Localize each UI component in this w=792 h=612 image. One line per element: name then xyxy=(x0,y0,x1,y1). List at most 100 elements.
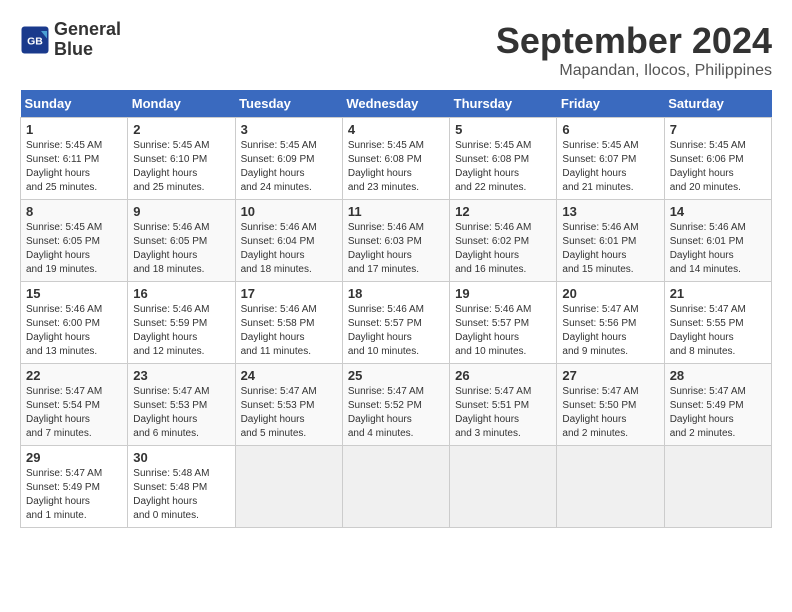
weekday-header: Sunday xyxy=(21,90,128,118)
day-info: Sunrise: 5:46 AMSunset: 5:57 PMDaylight … xyxy=(455,303,551,359)
day-info: Sunrise: 5:45 AMSunset: 6:09 PMDaylight … xyxy=(241,139,337,195)
day-number: 17 xyxy=(241,286,337,301)
day-number: 14 xyxy=(670,204,766,219)
calendar-cell: 3 Sunrise: 5:45 AMSunset: 6:09 PMDayligh… xyxy=(235,118,342,200)
day-info: Sunrise: 5:46 AMSunset: 6:04 PMDaylight … xyxy=(241,221,337,277)
calendar-cell: 25 Sunrise: 5:47 AMSunset: 5:52 PMDaylig… xyxy=(342,364,449,446)
day-info: Sunrise: 5:47 AMSunset: 5:50 PMDaylight … xyxy=(562,385,658,441)
calendar-cell: 17 Sunrise: 5:46 AMSunset: 5:58 PMDaylig… xyxy=(235,282,342,364)
calendar-cell: 20 Sunrise: 5:47 AMSunset: 5:56 PMDaylig… xyxy=(557,282,664,364)
day-info: Sunrise: 5:46 AMSunset: 5:59 PMDaylight … xyxy=(133,303,229,359)
day-info: Sunrise: 5:47 AMSunset: 5:53 PMDaylight … xyxy=(241,385,337,441)
logo-icon: GB xyxy=(20,25,50,55)
day-info: Sunrise: 5:46 AMSunset: 5:58 PMDaylight … xyxy=(241,303,337,359)
calendar-cell xyxy=(557,446,664,528)
day-number: 23 xyxy=(133,368,229,383)
day-info: Sunrise: 5:47 AMSunset: 5:54 PMDaylight … xyxy=(26,385,122,441)
calendar-cell xyxy=(664,446,771,528)
day-number: 5 xyxy=(455,122,551,137)
day-info: Sunrise: 5:47 AMSunset: 5:52 PMDaylight … xyxy=(348,385,444,441)
calendar-cell: 24 Sunrise: 5:47 AMSunset: 5:53 PMDaylig… xyxy=(235,364,342,446)
calendar-week-row: 29 Sunrise: 5:47 AMSunset: 5:49 PMDaylig… xyxy=(21,446,772,528)
calendar-cell xyxy=(450,446,557,528)
calendar-week-row: 15 Sunrise: 5:46 AMSunset: 6:00 PMDaylig… xyxy=(21,282,772,364)
calendar-cell: 12 Sunrise: 5:46 AMSunset: 6:02 PMDaylig… xyxy=(450,200,557,282)
day-number: 24 xyxy=(241,368,337,383)
day-info: Sunrise: 5:46 AMSunset: 6:01 PMDaylight … xyxy=(670,221,766,277)
calendar-cell: 9 Sunrise: 5:46 AMSunset: 6:05 PMDayligh… xyxy=(128,200,235,282)
weekday-header-row: SundayMondayTuesdayWednesdayThursdayFrid… xyxy=(21,90,772,118)
day-number: 1 xyxy=(26,122,122,137)
day-number: 6 xyxy=(562,122,658,137)
calendar-cell: 6 Sunrise: 5:45 AMSunset: 6:07 PMDayligh… xyxy=(557,118,664,200)
calendar-week-row: 1 Sunrise: 5:45 AMSunset: 6:11 PMDayligh… xyxy=(21,118,772,200)
calendar-cell: 2 Sunrise: 5:45 AMSunset: 6:10 PMDayligh… xyxy=(128,118,235,200)
svg-text:GB: GB xyxy=(27,35,43,47)
calendar-cell: 16 Sunrise: 5:46 AMSunset: 5:59 PMDaylig… xyxy=(128,282,235,364)
day-number: 12 xyxy=(455,204,551,219)
calendar-cell: 21 Sunrise: 5:47 AMSunset: 5:55 PMDaylig… xyxy=(664,282,771,364)
logo-text: General Blue xyxy=(54,20,121,60)
calendar-cell: 28 Sunrise: 5:47 AMSunset: 5:49 PMDaylig… xyxy=(664,364,771,446)
day-number: 11 xyxy=(348,204,444,219)
calendar-cell: 13 Sunrise: 5:46 AMSunset: 6:01 PMDaylig… xyxy=(557,200,664,282)
day-info: Sunrise: 5:47 AMSunset: 5:55 PMDaylight … xyxy=(670,303,766,359)
weekday-header: Friday xyxy=(557,90,664,118)
day-info: Sunrise: 5:45 AMSunset: 6:07 PMDaylight … xyxy=(562,139,658,195)
day-number: 26 xyxy=(455,368,551,383)
day-info: Sunrise: 5:46 AMSunset: 5:57 PMDaylight … xyxy=(348,303,444,359)
day-number: 19 xyxy=(455,286,551,301)
calendar-cell: 11 Sunrise: 5:46 AMSunset: 6:03 PMDaylig… xyxy=(342,200,449,282)
calendar-cell: 19 Sunrise: 5:46 AMSunset: 5:57 PMDaylig… xyxy=(450,282,557,364)
calendar-table: SundayMondayTuesdayWednesdayThursdayFrid… xyxy=(20,90,772,528)
calendar-cell: 29 Sunrise: 5:47 AMSunset: 5:49 PMDaylig… xyxy=(21,446,128,528)
day-info: Sunrise: 5:45 AMSunset: 6:11 PMDaylight … xyxy=(26,139,122,195)
weekday-header: Saturday xyxy=(664,90,771,118)
day-info: Sunrise: 5:46 AMSunset: 6:03 PMDaylight … xyxy=(348,221,444,277)
calendar-cell: 23 Sunrise: 5:47 AMSunset: 5:53 PMDaylig… xyxy=(128,364,235,446)
day-number: 18 xyxy=(348,286,444,301)
calendar-cell: 5 Sunrise: 5:45 AMSunset: 6:08 PMDayligh… xyxy=(450,118,557,200)
month-title: September 2024 xyxy=(496,20,772,62)
day-number: 13 xyxy=(562,204,658,219)
day-info: Sunrise: 5:46 AMSunset: 6:01 PMDaylight … xyxy=(562,221,658,277)
calendar-cell: 4 Sunrise: 5:45 AMSunset: 6:08 PMDayligh… xyxy=(342,118,449,200)
day-number: 20 xyxy=(562,286,658,301)
day-number: 9 xyxy=(133,204,229,219)
day-number: 16 xyxy=(133,286,229,301)
calendar-cell: 10 Sunrise: 5:46 AMSunset: 6:04 PMDaylig… xyxy=(235,200,342,282)
title-area: September 2024 Mapandan, Ilocos, Philipp… xyxy=(496,20,772,80)
weekday-header: Wednesday xyxy=(342,90,449,118)
day-info: Sunrise: 5:47 AMSunset: 5:56 PMDaylight … xyxy=(562,303,658,359)
calendar-cell: 7 Sunrise: 5:45 AMSunset: 6:06 PMDayligh… xyxy=(664,118,771,200)
day-number: 4 xyxy=(348,122,444,137)
calendar-cell: 8 Sunrise: 5:45 AMSunset: 6:05 PMDayligh… xyxy=(21,200,128,282)
calendar-cell xyxy=(342,446,449,528)
day-info: Sunrise: 5:47 AMSunset: 5:53 PMDaylight … xyxy=(133,385,229,441)
day-number: 10 xyxy=(241,204,337,219)
day-info: Sunrise: 5:46 AMSunset: 6:02 PMDaylight … xyxy=(455,221,551,277)
calendar-cell: 22 Sunrise: 5:47 AMSunset: 5:54 PMDaylig… xyxy=(21,364,128,446)
calendar-cell: 30 Sunrise: 5:48 AMSunset: 5:48 PMDaylig… xyxy=(128,446,235,528)
calendar-cell: 1 Sunrise: 5:45 AMSunset: 6:11 PMDayligh… xyxy=(21,118,128,200)
day-number: 2 xyxy=(133,122,229,137)
day-info: Sunrise: 5:45 AMSunset: 6:08 PMDaylight … xyxy=(348,139,444,195)
day-number: 30 xyxy=(133,450,229,465)
location-title: Mapandan, Ilocos, Philippines xyxy=(496,62,772,80)
day-number: 7 xyxy=(670,122,766,137)
calendar-cell xyxy=(235,446,342,528)
day-number: 28 xyxy=(670,368,766,383)
day-number: 8 xyxy=(26,204,122,219)
calendar-cell: 15 Sunrise: 5:46 AMSunset: 6:00 PMDaylig… xyxy=(21,282,128,364)
day-info: Sunrise: 5:45 AMSunset: 6:05 PMDaylight … xyxy=(26,221,122,277)
weekday-header: Monday xyxy=(128,90,235,118)
day-info: Sunrise: 5:46 AMSunset: 6:00 PMDaylight … xyxy=(26,303,122,359)
day-number: 22 xyxy=(26,368,122,383)
calendar-cell: 26 Sunrise: 5:47 AMSunset: 5:51 PMDaylig… xyxy=(450,364,557,446)
weekday-header: Thursday xyxy=(450,90,557,118)
day-info: Sunrise: 5:45 AMSunset: 6:08 PMDaylight … xyxy=(455,139,551,195)
calendar-week-row: 8 Sunrise: 5:45 AMSunset: 6:05 PMDayligh… xyxy=(21,200,772,282)
day-info: Sunrise: 5:47 AMSunset: 5:49 PMDaylight … xyxy=(670,385,766,441)
day-info: Sunrise: 5:47 AMSunset: 5:49 PMDaylight … xyxy=(26,467,122,523)
day-number: 21 xyxy=(670,286,766,301)
